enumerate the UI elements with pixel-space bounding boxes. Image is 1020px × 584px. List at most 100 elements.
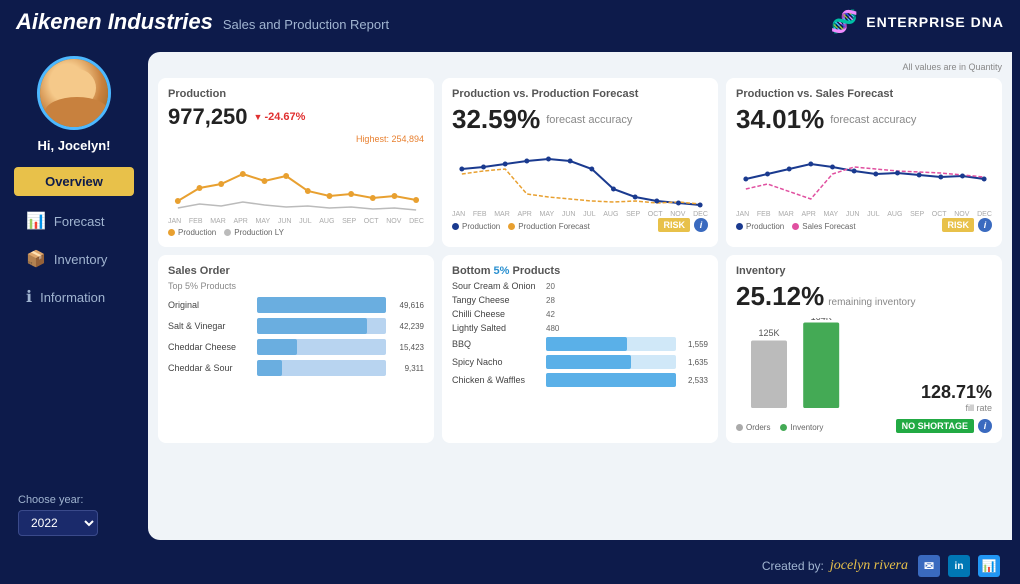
legend-dot-inventory: [780, 424, 787, 431]
prod-vs-forecast-card: Production vs. Production Forecast 32.59…: [442, 78, 718, 247]
inventory-info-icon[interactable]: i: [978, 419, 992, 433]
inventory-pct-sub: remaining inventory: [828, 297, 915, 308]
legend-dot-psf-prod: [736, 223, 743, 230]
legend-production-ly: Production LY: [224, 228, 284, 237]
legend-dot-ly: [224, 229, 231, 236]
fill-rate-value: 128.71%: [921, 382, 992, 403]
inventory-legend: Orders Inventory: [736, 423, 823, 432]
footer-icons: ✉ in 📊: [918, 555, 1000, 577]
prd-bar-fill-sn: [546, 355, 631, 369]
main-layout: Hi, Jocelyn! Overview 📊 Forecast 📦 Inven…: [0, 44, 1020, 548]
header: Aikenen Industries Sales and Production …: [0, 0, 1020, 44]
pvf-title: Production vs. Production Forecast: [452, 88, 708, 100]
inventory-footer: Orders Inventory NO SHORTAGE i: [736, 417, 992, 433]
pvf-risk-badge: RISK i: [658, 218, 708, 232]
hbar-fill-original: [257, 297, 386, 313]
email-icon[interactable]: ✉: [918, 555, 940, 577]
header-title: Aikenen Industries Sales and Production …: [16, 9, 389, 35]
hbar-track-sv: [257, 318, 386, 334]
values-note: All values are in Quantity: [158, 62, 1002, 72]
psf-info-icon[interactable]: i: [978, 218, 992, 232]
bottom-cards-grid: Sales Order Top 5% Products Original 49,…: [158, 255, 1002, 443]
inventory-card-title: Inventory: [736, 265, 992, 277]
legend-dot-forecast: [508, 223, 515, 230]
pvf-legend: Production Production Forecast: [452, 222, 590, 231]
prd-name-sn: Spicy Nacho: [452, 357, 542, 367]
avatar: [37, 56, 111, 130]
hbar-fill-cc: [257, 339, 297, 355]
sidebar-item-information[interactable]: ℹ Information: [14, 280, 134, 314]
production-line-chart: [168, 146, 424, 216]
psf-legend: Production Sales Forecast: [736, 222, 856, 231]
bottom-products-card: Bottom 5% Products Sour Cream & Onion 20…: [442, 255, 718, 443]
highest-label: Highest: 254,894: [168, 134, 424, 144]
psf-footer: Production Sales Forecast RISK i: [736, 218, 992, 232]
sidebar: Hi, Jocelyn! Overview 📊 Forecast 📦 Inven…: [0, 44, 148, 548]
dna-icon: 🧬: [831, 9, 858, 35]
hbar-fill-cs: [257, 360, 282, 376]
prd-row-ls: Lightly Salted 480: [452, 323, 708, 333]
psf-value: 34.01% forecast accuracy: [736, 104, 992, 135]
hbar-label-cs: Cheddar & Sour: [168, 363, 253, 373]
hbar-value-cs: 9,311: [390, 364, 424, 373]
year-label: Choose year:: [18, 494, 130, 506]
legend-pvf-forecast: Production Forecast: [508, 222, 590, 231]
legend-pvf-prod: Production: [452, 222, 500, 231]
inventory-icon: 📦: [26, 249, 46, 269]
prd-qty-ls: 480: [546, 324, 574, 333]
psf-risk-text: RISK: [942, 218, 974, 232]
sidebar-item-overview[interactable]: Overview: [14, 167, 134, 196]
year-select[interactable]: 2022 2021 2020: [18, 510, 98, 536]
fill-rate-label: fill rate: [868, 403, 992, 413]
chart-icon[interactable]: 📊: [978, 555, 1000, 577]
production-card: Production 977,250 -24.67% Highest: 254,…: [158, 78, 434, 247]
logo-text: ENTERPRISE DNA: [866, 14, 1004, 30]
prd-bar-bbq: [546, 337, 676, 351]
sidebar-item-forecast[interactable]: 📊 Forecast: [14, 204, 134, 238]
prd-name-bbq: BBQ: [452, 339, 542, 349]
pvf-info-icon[interactable]: i: [694, 218, 708, 232]
enterprise-dna-logo: 🧬 ENTERPRISE DNA: [831, 9, 1004, 35]
inventory-card: Inventory 25.12% remaining inventory 125…: [726, 255, 1002, 443]
prd-row-sn: Spicy Nacho 1,635: [452, 355, 708, 369]
pvf-risk-text: RISK: [658, 218, 690, 232]
hbar-track-cs: [257, 360, 386, 376]
hbar-row-sv: Salt & Vinegar 42,239: [168, 318, 424, 334]
forecast-icon: 📊: [26, 211, 46, 231]
top-cards-grid: Production 977,250 -24.67% Highest: 254,…: [158, 78, 1002, 247]
prd-name-chilli: Chilli Cheese: [452, 309, 542, 319]
avatar-image: [40, 59, 108, 127]
production-title: Production: [168, 88, 424, 100]
inventory-pct: 25.12%: [736, 281, 824, 312]
linkedin-icon[interactable]: in: [948, 555, 970, 577]
inventory-chart-area: 125K 164K 128.71% fill rate: [736, 318, 992, 413]
hbar-label-sv: Salt & Vinegar: [168, 321, 253, 331]
pvf-pct-sub: forecast accuracy: [546, 114, 632, 126]
sidebar-item-inventory[interactable]: 📦 Inventory: [14, 242, 134, 276]
pvf-pct: 32.59%: [452, 104, 540, 135]
production-legend: Production Production LY: [168, 228, 424, 237]
prd-row-chilli: Chilli Cheese 42: [452, 309, 708, 319]
pvf-chart: [452, 139, 708, 209]
prd-qty-chilli: 42: [546, 310, 574, 319]
prd-row-cw: Chicken & Waffles 2,533: [452, 373, 708, 387]
psf-title: Production vs. Sales Forecast: [736, 88, 992, 100]
greeting-text: Hi, Jocelyn!: [38, 138, 111, 153]
prd-name-cw: Chicken & Waffles: [452, 375, 542, 385]
pvf-month-labels: JANFEBMAR APRMAYJUN JULAUGSEP OCTNOVDEC: [452, 211, 708, 218]
inventory-bar-label: 164K: [811, 318, 832, 322]
hbar-row-original: Original 49,616: [168, 297, 424, 313]
prd-val-bbq: 1,559: [680, 340, 708, 349]
pvf-line-chart: [452, 139, 708, 209]
content-area: All values are in Quantity Production 97…: [148, 52, 1012, 540]
hbar-track-original: [257, 297, 386, 313]
legend-orders: Orders: [736, 423, 770, 432]
legend-inventory: Inventory: [780, 423, 823, 432]
psf-risk-badge: RISK i: [942, 218, 992, 232]
production-number: 977,250: [168, 104, 248, 130]
legend-dot-production: [168, 229, 175, 236]
psf-month-labels: JANFEBMAR APRMAYJUN JULAUGSEP OCTNOVDEC: [736, 211, 992, 218]
footer-credit: Created by:: [762, 559, 824, 573]
psf-pct-sub: forecast accuracy: [830, 114, 916, 126]
footer: Created by: jocelyn rivera ✉ in 📊: [0, 548, 1020, 584]
